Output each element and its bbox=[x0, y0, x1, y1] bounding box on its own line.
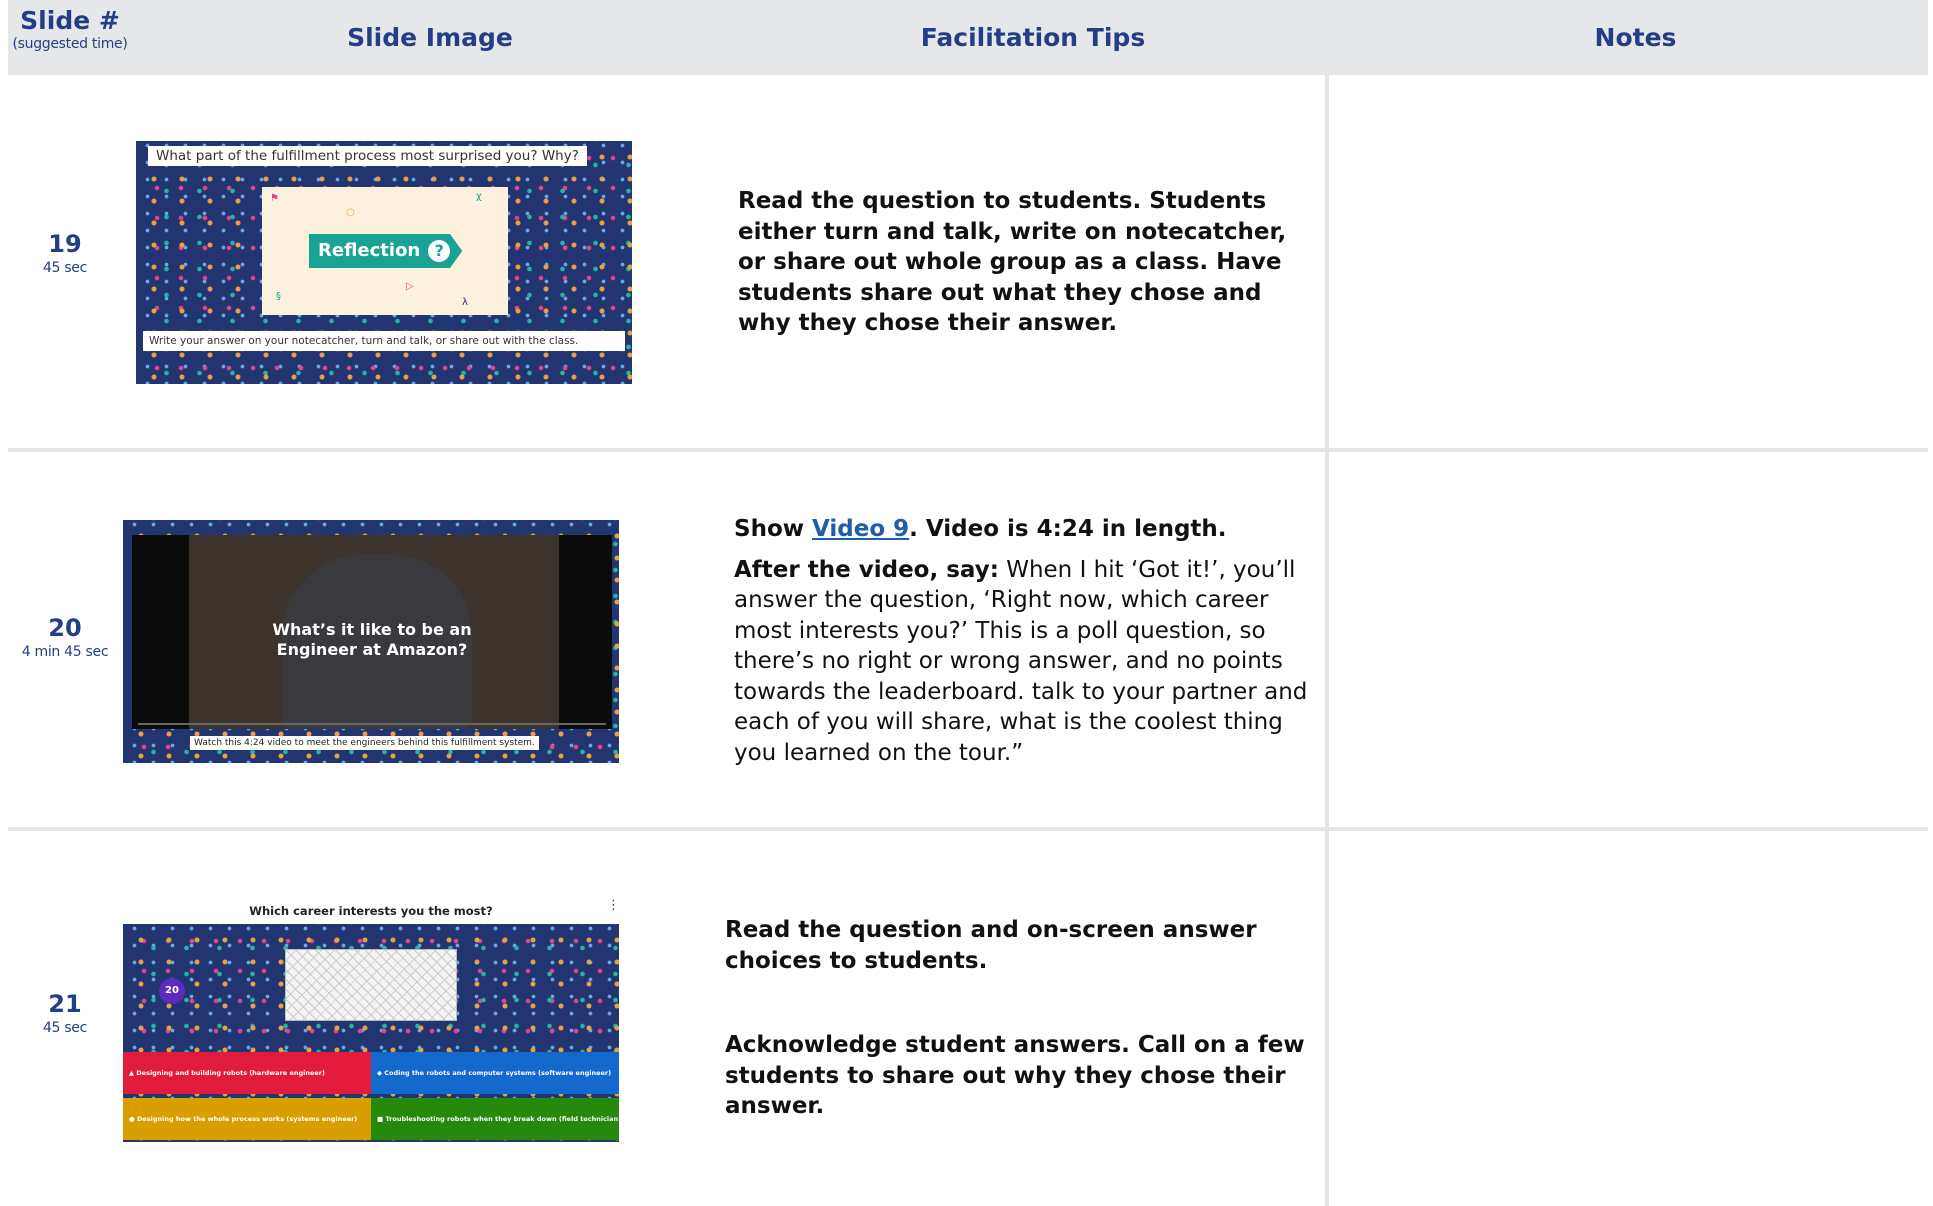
slide-number-21: 21 45 sec bbox=[8, 990, 122, 1038]
tools-illustration bbox=[285, 949, 457, 1021]
column-divider bbox=[1325, 75, 1329, 1206]
header-slide-image: Slide Image bbox=[347, 23, 513, 52]
reflection-label: Reflection bbox=[318, 240, 421, 261]
pattern-glyph: ⚑ bbox=[270, 193, 279, 204]
header-notes: Notes bbox=[1594, 23, 1677, 52]
answer-option-2[interactable]: ◆ Coding the robots and computer systems… bbox=[371, 1052, 619, 1094]
pattern-glyph: χ bbox=[476, 191, 482, 202]
reflection-badge: Reflection? bbox=[309, 234, 463, 268]
slide-number: 20 bbox=[48, 614, 82, 642]
answer-text: Designing and building robots (hardware … bbox=[136, 1069, 325, 1077]
table-header: Slide # (suggested time) Slide Image Fac… bbox=[8, 0, 1928, 75]
suggested-time: 4 min 45 sec bbox=[21, 644, 109, 660]
row-divider bbox=[8, 827, 1928, 831]
tip-after-label: After the video, say: bbox=[734, 556, 999, 583]
video-player[interactable]: What’s it like to be an Engineer at Amaz… bbox=[132, 535, 612, 729]
answer-option-3[interactable]: ● Designing how the whole process works … bbox=[123, 1098, 371, 1140]
tip-acknowledge: Acknowledge student answers. Call on a f… bbox=[725, 1032, 1305, 1119]
pattern-glyph: λ bbox=[462, 297, 468, 308]
suggested-time: 45 sec bbox=[42, 1020, 88, 1036]
row-divider bbox=[8, 448, 1928, 452]
square-icon: ■ bbox=[377, 1115, 384, 1123]
tip-length: . Video is 4:24 in length. bbox=[909, 516, 1227, 542]
header-slide-number: Slide # (suggested time) bbox=[10, 0, 130, 75]
header-slide-label: Slide # bbox=[20, 6, 120, 35]
slide-thumbnail-reflection: What part of the fulfillment process mos… bbox=[136, 141, 632, 384]
countdown-timer: 20 bbox=[159, 978, 185, 1004]
slide-thumbnail-video: What’s it like to be an Engineer at Amaz… bbox=[123, 520, 619, 763]
video-caption: Watch this 4:24 video to meet the engine… bbox=[190, 736, 539, 750]
video-9-link[interactable]: Video 9 bbox=[812, 516, 909, 542]
answer-option-1[interactable]: ▲ Designing and building robots (hardwar… bbox=[123, 1052, 371, 1094]
slide-number-20: 20 4 min 45 sec bbox=[8, 614, 122, 662]
tip-read-question: Read the question and on-screen answer c… bbox=[725, 917, 1257, 974]
facilitation-tip: Show Video 9. Video is 4:24 in length. A… bbox=[734, 514, 1314, 768]
suggested-time: 45 sec bbox=[42, 260, 88, 276]
header-facilitation-tips: Facilitation Tips bbox=[920, 23, 1146, 52]
facilitation-tip: Read the question to students. Students … bbox=[738, 188, 1287, 336]
slide-number-19: 19 45 sec bbox=[8, 230, 122, 278]
poll-question: Which career interests you the most? bbox=[249, 904, 493, 918]
diamond-icon: ◆ bbox=[377, 1069, 382, 1077]
question-mark-icon: ? bbox=[428, 240, 451, 262]
slide-number: 19 bbox=[48, 230, 82, 258]
triangle-icon: ▲ bbox=[129, 1069, 134, 1077]
slide-thumbnail-poll: Which career interests you the most? ⋮ 2… bbox=[123, 898, 619, 1142]
pattern-glyph: § bbox=[276, 291, 281, 302]
circle-icon: ● bbox=[129, 1115, 135, 1123]
answer-option-4[interactable]: ■ Troubleshooting robots when they break… bbox=[371, 1098, 619, 1140]
poll-background: 20 ▲ Designing and building robots (hard… bbox=[123, 924, 619, 1142]
header-slide-sub: (suggested time) bbox=[12, 36, 128, 52]
video-progress-bar[interactable] bbox=[138, 723, 606, 725]
more-options-icon[interactable]: ⋮ bbox=[607, 898, 619, 913]
answer-text: Coding the robots and computer systems (… bbox=[384, 1069, 612, 1077]
pattern-glyph: ○ bbox=[346, 207, 355, 218]
tip-show: Show bbox=[734, 516, 812, 542]
slide-number: 21 bbox=[48, 990, 82, 1018]
slide-question: What part of the fulfillment process mos… bbox=[148, 146, 587, 166]
answer-prompt: Write your answer on your notecatcher, t… bbox=[143, 331, 625, 351]
tip-after-text: When I hit ‘Got it!’, you’ll answer the … bbox=[734, 556, 1308, 766]
facilitation-tip: Read the question and on-screen answer c… bbox=[725, 915, 1315, 1122]
answer-text: Designing how the whole process works (s… bbox=[136, 1115, 358, 1123]
answer-text: Troubleshooting robots when they break d… bbox=[385, 1115, 619, 1123]
pattern-glyph: ▷ bbox=[406, 281, 414, 292]
video-title: What’s it like to be an Engineer at Amaz… bbox=[272, 620, 472, 659]
